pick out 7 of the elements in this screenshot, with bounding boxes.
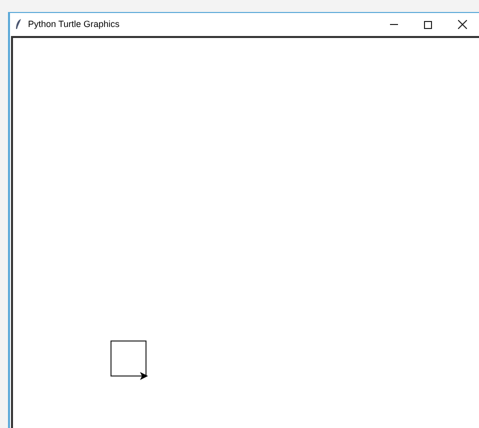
- square-path: [110, 340, 146, 376]
- window-title: Python Turtle Graphics: [28, 18, 120, 31]
- feather-icon: [15, 19, 22, 30]
- minimize-icon: [390, 24, 398, 25]
- maximize-icon: [424, 20, 432, 28]
- close-icon: [458, 20, 466, 29]
- turtle-icon: [140, 372, 148, 380]
